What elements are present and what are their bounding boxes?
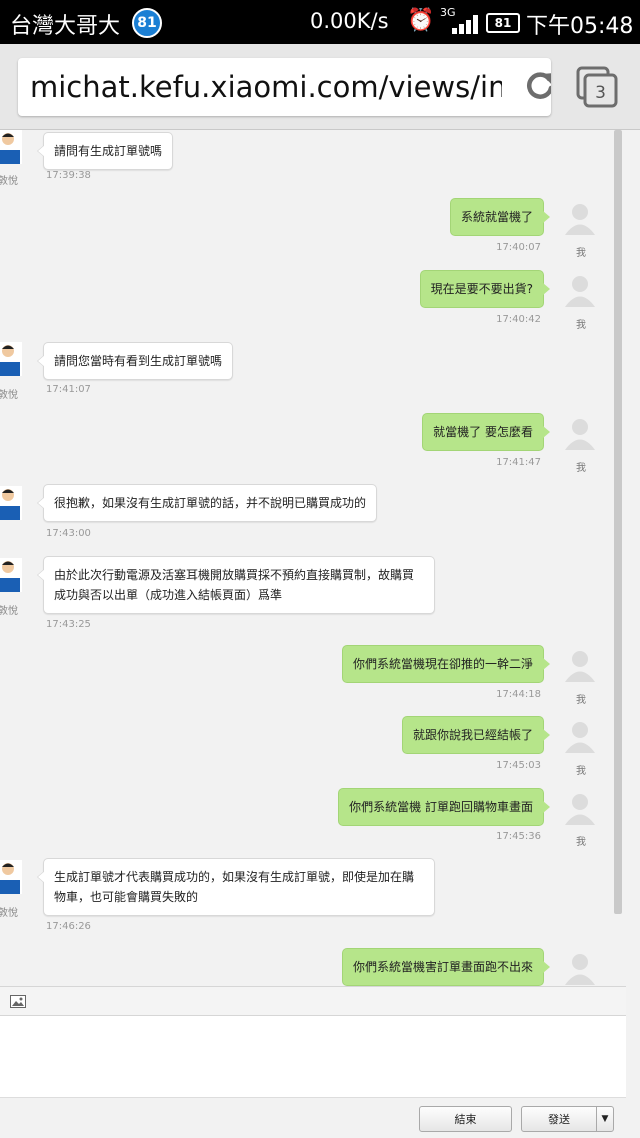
message-time: 17:43:00 [46, 528, 91, 539]
me-label: 我 [576, 463, 586, 474]
status-bar: 台灣大哥大 81 0.00K/s ⏰ 3G 81 下午05:48 [0, 0, 640, 44]
agent-avatar [0, 558, 22, 592]
url-text[interactable]: michat.kefu.xiaomi.com/views/index [30, 70, 502, 104]
agent-name: 敦悅 [0, 390, 18, 401]
user-avatar-icon [565, 954, 595, 985]
agent-avatar [0, 486, 22, 520]
message-bubble: 你們系統當機害訂單畫面跑不出來 [341, 948, 551, 986]
me-label: 我 [576, 766, 586, 777]
carrier-name: 台灣大哥大 [10, 14, 121, 39]
user-avatar-icon [565, 276, 595, 307]
agent-avatar [0, 860, 22, 894]
user-avatar-icon [565, 722, 595, 753]
message-time: 17:41:47 [496, 457, 541, 468]
chat-history[interactable]: 敦悅 請問有生成訂單號嗎 17:39:38 系統就當機了 17:40:07 我 … [0, 130, 626, 986]
notification-badge: 81 [132, 8, 162, 38]
composer-toolbar [0, 986, 626, 1016]
message-bubble: 由於此次行動電源及活塞耳機開放購買採不預約直接購買制，故購買成功與否以出單（成功… [37, 556, 435, 614]
message-time: 17:46:26 [46, 921, 91, 932]
agent-name: 敦悅 [0, 908, 18, 919]
alarm-icon: ⏰ [407, 8, 435, 33]
agent-name: 敦悅 [0, 176, 18, 187]
clock: 下午05:48 [526, 14, 634, 39]
message-bubble: 請問有生成訂單號嗎 [36, 132, 174, 170]
message-time: 17:40:07 [496, 242, 541, 253]
message-bubble: 現在是要不要出貨? [419, 270, 551, 308]
signal-icon [452, 14, 478, 34]
message-bubble: 你們系統當機 訂單跑回購物車畫面 [338, 788, 550, 826]
user-avatar-icon [565, 204, 595, 235]
agent-name: 敦悅 [0, 606, 18, 617]
send-options-dropdown[interactable]: ▼ [596, 1106, 614, 1132]
message-time: 17:43:25 [46, 619, 91, 630]
message-bubble: 系統就當機了 [449, 198, 551, 236]
message-time: 17:41:07 [46, 384, 91, 395]
message-time: 17:45:36 [496, 831, 541, 842]
address-bar[interactable]: michat.kefu.xiaomi.com/views/index [18, 58, 551, 116]
message-bubble: 就跟你說我已經結帳了 [401, 716, 551, 754]
battery-icon: 81 [486, 13, 520, 33]
me-label: 我 [576, 248, 586, 259]
message-time: 17:39:38 [46, 170, 91, 181]
message-bubble: 生成訂單號才代表購買成功的，如果沒有生成訂單號，即使是加在購物車，也可能會購買失… [37, 858, 435, 916]
message-time: 17:45:03 [496, 760, 541, 771]
tab-count: 3 [595, 83, 606, 103]
agent-avatar [0, 130, 22, 164]
image-upload-icon[interactable] [10, 995, 26, 1008]
reload-icon[interactable] [523, 69, 551, 103]
me-label: 我 [576, 695, 586, 706]
user-avatar-icon [565, 794, 595, 825]
message-bubble: 就當機了 要怎麼看 [422, 413, 550, 451]
send-button[interactable]: 發送 [521, 1106, 597, 1132]
message-input[interactable] [0, 1016, 626, 1098]
me-label: 我 [576, 320, 586, 331]
message-bubble: 請問您當時有看到生成訂單號嗎 [36, 342, 234, 380]
agent-avatar [0, 342, 22, 376]
composer-footer: 結束 發送 ▼ [0, 1098, 640, 1138]
network-speed: 0.00K/s [310, 9, 389, 33]
end-chat-button[interactable]: 結束 [419, 1106, 512, 1132]
user-avatar-icon [565, 419, 595, 450]
message-time: 17:44:18 [496, 689, 541, 700]
browser-toolbar: michat.kefu.xiaomi.com/views/index 3 [0, 44, 640, 130]
chat-scrollbar[interactable] [614, 130, 622, 914]
message-time: 17:40:42 [496, 314, 541, 325]
message-bubble: 很抱歉，如果沒有生成訂單號的話，并不說明已購買成功的 [36, 484, 378, 522]
tabs-icon[interactable]: 3 [576, 66, 618, 108]
message-bubble: 你們系統當機現在卻推的一幹二淨 [341, 645, 551, 683]
me-label: 我 [576, 837, 586, 848]
user-avatar-icon [565, 651, 595, 682]
